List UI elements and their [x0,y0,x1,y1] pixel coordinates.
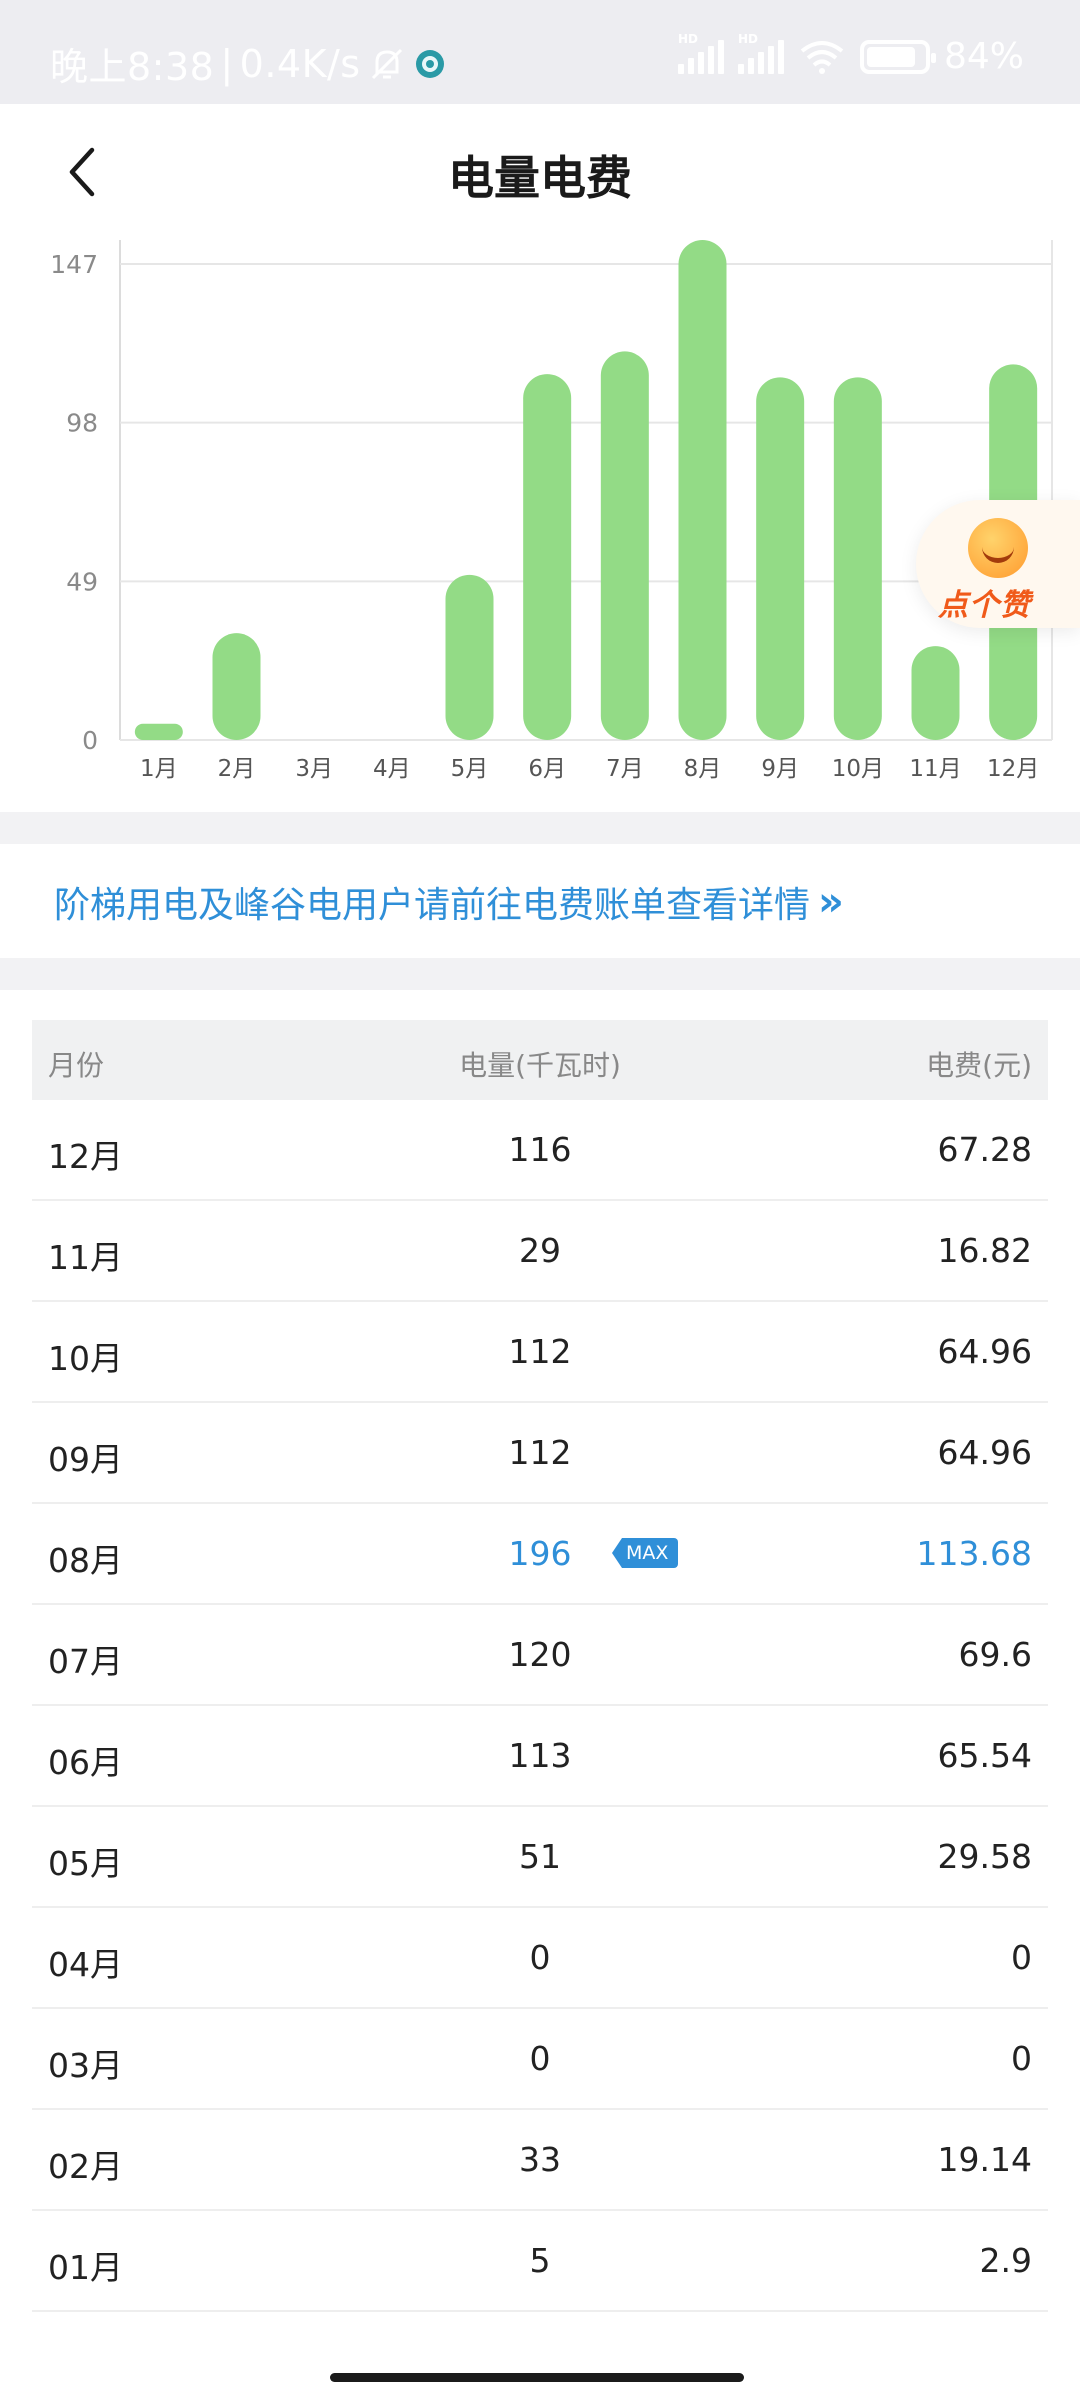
x-tick-label: 12月 [987,756,1039,782]
table-row: 07月 120 69.6 [32,1605,1048,1706]
row-kwh: 33 [519,2140,561,2179]
table-row: 05月 51 29.58 [32,1807,1048,1908]
table-row: 10月 112 64.96 [32,1302,1048,1403]
x-tick-label: 3月 [295,756,333,782]
table-row: 04月 0 0 [32,1908,1048,2009]
double-chevron-right-icon: » [818,879,844,925]
wifi-icon [800,40,844,74]
sim1-hd-label: HD [677,31,698,46]
signal-icon: HD [737,32,784,74]
bill-detail-link[interactable]: 阶梯用电及峰谷电用户请前往电费账单查看详情 » [54,876,844,928]
app-header: 电量电费 [0,104,1080,240]
row-fee: 19.14 [937,2140,1032,2179]
row-fee: 113.68 [916,1534,1032,1573]
y-tick-label: 49 [66,567,98,596]
x-tick-label: 11月 [909,756,961,782]
x-tick-label: 9月 [761,756,799,782]
row-fee: 29.58 [937,1837,1032,1876]
status-net-speed: 0.4K/s [239,41,361,86]
bar-10[interactable] [833,377,882,740]
bar-1[interactable] [134,723,183,740]
notice-text: 阶梯用电及峰谷电用户请前往电费账单查看详情 [54,885,811,926]
sim2-hd-label: HD [737,31,758,46]
table-row: 02月 33 19.14 [32,2110,1048,2211]
status-bar: 晚上8:38 | 0.4K/s HD HD 84% [0,0,1080,104]
row-kwh: 113 [508,1736,572,1775]
row-fee: 65.54 [937,1736,1032,1775]
x-tick-label: 10月 [832,756,884,782]
row-kwh: 196 [508,1534,572,1573]
row-kwh: 51 [519,1837,561,1876]
table-row: 09月 112 64.96 [32,1403,1048,1504]
page-title: 电量电费 [448,151,632,205]
x-tick-label: 5月 [451,756,489,782]
usage-chart: 0 49 98 147 1月 2月 3月 4月 5月 6月 7月 8月 9月 10月 11月 12月 [0,240,1080,812]
y-tick-label: 0 [82,726,98,755]
row-fee: 0 [1011,1938,1032,1977]
status-time: 晚上8:38 [50,45,215,89]
y-tick-label: 147 [50,250,98,279]
x-tick-label: 1月 [140,756,178,782]
header-kwh: 电量(千瓦时) [459,1049,621,1082]
table-row-max: 08月 196 MAX 113.68 [32,1504,1048,1605]
row-fee: 0 [1011,2039,1032,2078]
row-kwh: 112 [508,1332,572,1371]
smiley-face-icon [968,518,1028,578]
table-row: 01月 5 2.9 [32,2211,1048,2312]
like-label: 点个赞 [938,588,1031,623]
bar-7[interactable] [600,351,649,740]
row-fee: 69.6 [958,1635,1032,1674]
row-kwh: 5 [529,2241,551,2280]
x-tick-label: 8月 [684,756,722,782]
usage-bar-chart: 0 49 98 147 1月 2月 3月 4月 5月 6月 7月 8月 9月 10月 11月 12月 [50,240,1053,782]
row-kwh: 29 [519,1231,561,1270]
usage-table: 月份 电量(千瓦时) 电费(元) 12月 116 67.28 11月 29 16… [0,990,1080,2400]
status-right: HD HD 84% [677,32,1024,77]
table-row: 06月 113 65.54 [32,1706,1048,1807]
row-kwh: 0 [529,1938,551,1977]
status-separator: | [220,41,234,86]
row-fee: 2.9 [979,2241,1032,2280]
row-kwh: 116 [508,1130,572,1169]
bar-8[interactable] [678,240,727,740]
table-header: 月份 电量(千瓦时) 电费(元) [32,1020,1048,1100]
bar-2[interactable] [212,633,261,740]
max-badge: MAX [612,1538,679,1568]
x-tick-label: 4月 [373,756,411,782]
row-kwh: 120 [508,1635,572,1674]
row-kwh: 0 [529,2039,551,2078]
x-tick-label: 2月 [218,756,256,782]
bar-9[interactable] [756,377,805,740]
x-tick-label: 7月 [606,756,644,782]
table-row: 03月 0 0 [32,2009,1048,2110]
like-button[interactable]: 点个赞 [916,500,1080,628]
header-fee: 电费(元) [926,1049,1032,1082]
home-indicator[interactable] [330,2373,744,2382]
app-notification-icon [415,49,444,78]
table-row: 11月 29 16.82 [32,1201,1048,1302]
bar-5[interactable] [445,574,494,740]
bar-11[interactable] [911,646,960,740]
battery-icon [859,39,936,74]
x-tick-label: 6月 [528,756,566,782]
y-tick-label: 98 [66,409,98,438]
notice-card: 阶梯用电及峰谷电用户请前往电费账单查看详情 » [0,844,1080,958]
mute-bell-icon [371,48,402,79]
row-fee: 64.96 [937,1332,1032,1371]
row-fee: 16.82 [937,1231,1032,1270]
signal-icon: HD [677,32,724,74]
row-fee: 67.28 [937,1130,1032,1169]
bar-6[interactable] [523,374,572,740]
status-left: 晚上8:38 | 0.4K/s [50,36,447,91]
table-row: 12月 116 67.28 [32,1100,1048,1201]
battery-percent: 84% [943,36,1024,77]
row-fee: 64.96 [937,1433,1032,1472]
row-kwh: 112 [508,1433,572,1472]
